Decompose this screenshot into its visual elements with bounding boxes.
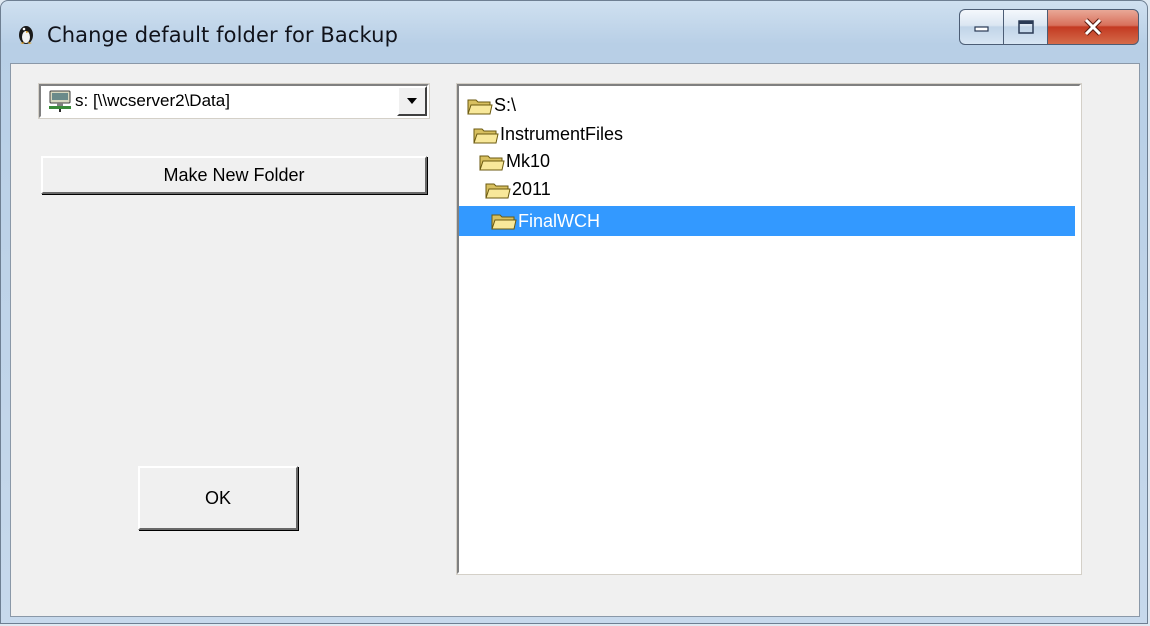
open-folder-icon — [473, 128, 499, 143]
make-new-folder-button[interactable]: Make New Folder — [41, 156, 427, 194]
tree-item-label: 2011 — [512, 179, 551, 199]
tree-item-2011[interactable]: 2011 — [485, 176, 551, 203]
open-folder-icon — [491, 214, 517, 230]
drive-select-value: s: [\\wcserver2\Data] — [75, 91, 230, 110]
tree-item-mk10[interactable]: Mk10 — [479, 148, 550, 175]
drive-select[interactable]: s: [\\wcserver2\Data] — [38, 83, 430, 119]
folder-tree[interactable]: S:\ InstrumentFiles Mk10 2011 FinalWCH — [456, 83, 1082, 575]
open-folder-icon — [479, 155, 505, 170]
maximize-icon — [1017, 20, 1034, 34]
caption-buttons — [959, 9, 1139, 45]
dialog-window: Change default folder for Backup s: [\\w… — [0, 0, 1148, 624]
drive-dropdown-button[interactable] — [397, 86, 427, 116]
ok-button[interactable]: OK — [138, 466, 298, 530]
close-button[interactable] — [1047, 9, 1139, 45]
tree-item-selected-content: FinalWCH — [491, 211, 600, 232]
chevron-down-icon — [407, 98, 417, 104]
tree-item-label: Mk10 — [506, 151, 551, 171]
minimize-icon — [973, 26, 989, 32]
maximize-button[interactable] — [1003, 9, 1047, 45]
network-drive-icon — [49, 90, 71, 112]
title-bar[interactable]: Change default folder for Backup — [1, 1, 1147, 63]
window-title: Change default folder for Backup — [47, 23, 399, 47]
tree-item-label: InstrumentFiles — [500, 124, 624, 144]
open-folder-icon — [485, 183, 511, 198]
penguin-app-icon — [19, 26, 33, 44]
open-folder-icon — [467, 99, 493, 114]
tree-item-s-drive[interactable]: S:\ — [467, 92, 516, 119]
dialog-client-area: s: [\\wcserver2\Data] Make New Folder OK… — [10, 63, 1140, 617]
tree-item-finalwch[interactable]: FinalWCH — [459, 206, 1075, 236]
minimize-button[interactable] — [959, 9, 1003, 45]
tree-item-label: FinalWCH — [518, 210, 601, 231]
tree-item-label: S:\ — [494, 95, 517, 115]
tree-item-instrumentfiles[interactable]: InstrumentFiles — [473, 121, 623, 148]
close-icon — [1084, 18, 1102, 36]
